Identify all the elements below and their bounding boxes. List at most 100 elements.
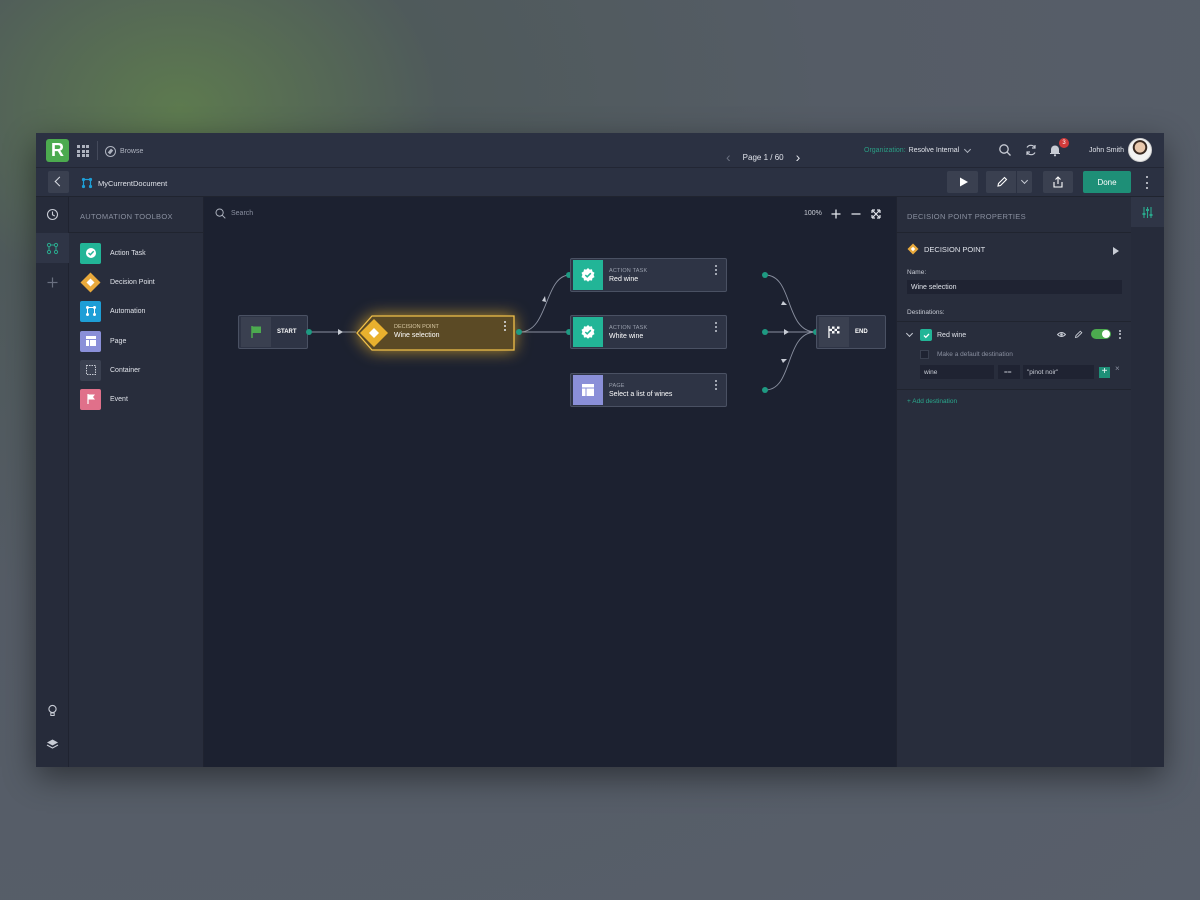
automation-rail-icon[interactable] bbox=[36, 233, 69, 263]
user-name[interactable]: John Smith bbox=[1089, 147, 1124, 154]
run-button[interactable] bbox=[947, 171, 978, 193]
link-page-end bbox=[764, 331, 817, 391]
check-badge-icon bbox=[573, 260, 603, 290]
destination-name: Red wine bbox=[937, 331, 967, 339]
app-logo[interactable]: R bbox=[46, 139, 69, 162]
avatar[interactable] bbox=[1128, 138, 1152, 162]
back-button[interactable] bbox=[48, 171, 69, 193]
edit-button[interactable] bbox=[986, 171, 1032, 193]
tool-container[interactable]: Container bbox=[80, 359, 140, 381]
destination-row: Red wine bbox=[905, 327, 1122, 343]
node-menu-icon[interactable] bbox=[715, 322, 718, 332]
page-layout-icon bbox=[80, 330, 101, 352]
chevron-down-icon[interactable] bbox=[905, 329, 914, 338]
organization-selector[interactable]: Organization: Resolve Internal bbox=[864, 145, 972, 154]
properties-rail bbox=[1131, 197, 1164, 767]
more-options-icon[interactable] bbox=[1145, 176, 1149, 189]
decision-point-header: DECISION POINT bbox=[907, 243, 985, 255]
name-input[interactable]: Wine selection bbox=[907, 280, 1122, 294]
check-badge-icon bbox=[573, 317, 603, 347]
page-indicator: Page 1 / 60 bbox=[742, 152, 784, 162]
tool-label: Action Task bbox=[110, 249, 146, 257]
layers-icon[interactable] bbox=[36, 729, 69, 759]
name-label: Name: bbox=[907, 269, 927, 276]
chevron-down-icon[interactable] bbox=[1020, 176, 1029, 185]
checkered-flag-icon bbox=[819, 317, 849, 347]
output-port[interactable] bbox=[762, 329, 768, 335]
node-title: Red wine bbox=[609, 275, 639, 283]
node-label: END bbox=[855, 329, 868, 335]
node-start[interactable]: START bbox=[238, 315, 308, 349]
play-icon[interactable] bbox=[1113, 247, 1119, 255]
node-menu-icon[interactable] bbox=[715, 265, 718, 275]
share-icon bbox=[1053, 176, 1063, 188]
tool-event[interactable]: Event bbox=[80, 388, 128, 410]
divider bbox=[97, 141, 98, 160]
document-toolbar: MyCurrentDocument Done bbox=[36, 168, 1164, 197]
check-badge-icon bbox=[920, 329, 932, 341]
more-options-icon[interactable] bbox=[1119, 329, 1122, 339]
output-port[interactable] bbox=[306, 329, 312, 335]
tool-action-task[interactable]: Action Task bbox=[80, 242, 146, 264]
flag-icon bbox=[241, 317, 271, 347]
add-icon[interactable] bbox=[36, 267, 69, 297]
tool-label: Container bbox=[110, 366, 141, 374]
divider bbox=[69, 232, 204, 233]
condition-operator-select[interactable]: == bbox=[998, 365, 1020, 379]
add-destination-link[interactable]: + Add destination bbox=[907, 398, 957, 405]
node-end[interactable]: END bbox=[816, 315, 886, 349]
node-page-select-wines[interactable]: PAGE Select a list of wines bbox=[570, 373, 727, 407]
properties-panel: DECISION POINT PROPERTIES DECISION POINT… bbox=[896, 197, 1132, 767]
output-port[interactable] bbox=[762, 272, 768, 278]
pencil-icon[interactable] bbox=[1074, 330, 1083, 339]
condition-value-input[interactable]: "pinot noir" bbox=[1023, 365, 1094, 379]
divider bbox=[897, 389, 1132, 390]
default-destination-checkbox[interactable] bbox=[920, 350, 929, 359]
node-action-red-wine[interactable]: ACTION TASK Red wine bbox=[570, 258, 727, 292]
diamond-icon bbox=[80, 272, 101, 293]
sliders-icon[interactable] bbox=[1131, 197, 1164, 227]
done-button[interactable]: Done bbox=[1083, 171, 1131, 193]
sync-icon[interactable] bbox=[1024, 143, 1038, 157]
output-port[interactable] bbox=[516, 329, 522, 335]
tool-decision-point[interactable]: Decision Point bbox=[80, 271, 155, 293]
node-decision-point[interactable]: DECISION POINT Wine selection bbox=[356, 315, 516, 351]
node-menu-icon[interactable] bbox=[504, 321, 507, 331]
node-label: START bbox=[277, 329, 297, 335]
tool-automation[interactable]: Automation bbox=[80, 300, 145, 322]
compass-icon bbox=[105, 145, 116, 157]
notification-badge: 3 bbox=[1059, 138, 1069, 148]
history-icon[interactable] bbox=[36, 199, 69, 229]
apps-grid-icon[interactable] bbox=[77, 145, 89, 157]
output-port[interactable] bbox=[762, 387, 768, 393]
node-action-white-wine[interactable]: ACTION TASK White wine bbox=[570, 315, 727, 349]
add-condition-button[interactable]: + bbox=[1099, 367, 1110, 378]
document-title: MyCurrentDocument bbox=[81, 177, 167, 189]
browse-label: Browse bbox=[120, 147, 144, 155]
check-badge-icon bbox=[80, 242, 101, 264]
eye-icon[interactable] bbox=[1057, 330, 1066, 339]
condition-variable-input[interactable]: wine bbox=[920, 365, 994, 379]
document-name: MyCurrentDocument bbox=[98, 178, 168, 188]
prev-page-icon[interactable]: ‹ bbox=[726, 150, 731, 164]
org-value: Resolve Internal bbox=[908, 147, 960, 154]
page-layout-icon bbox=[573, 375, 603, 405]
search-icon[interactable] bbox=[998, 143, 1012, 157]
tool-label: Page bbox=[110, 337, 127, 345]
workflow-canvas[interactable]: Search 100% START DECISION POINT Wine se… bbox=[204, 197, 896, 767]
play-icon bbox=[959, 177, 968, 187]
destination-toggle[interactable] bbox=[1091, 329, 1111, 339]
app-window: R Browse ‹ Page 1 / 60 › Organization: R… bbox=[36, 133, 1164, 767]
tool-page[interactable]: Page bbox=[80, 330, 126, 352]
lightbulb-icon[interactable] bbox=[36, 695, 69, 725]
remove-condition-icon[interactable]: × bbox=[1115, 364, 1120, 373]
next-page-icon[interactable]: › bbox=[796, 150, 801, 164]
destination-tools bbox=[1057, 329, 1122, 339]
page-pager: ‹ Page 1 / 60 › bbox=[726, 150, 801, 164]
share-button[interactable] bbox=[1043, 171, 1073, 193]
browse-button[interactable]: Browse bbox=[105, 143, 143, 159]
node-menu-icon[interactable] bbox=[715, 380, 718, 390]
flag-icon bbox=[80, 388, 101, 410]
divider bbox=[897, 321, 1132, 322]
node-title: Wine selection bbox=[394, 332, 440, 339]
